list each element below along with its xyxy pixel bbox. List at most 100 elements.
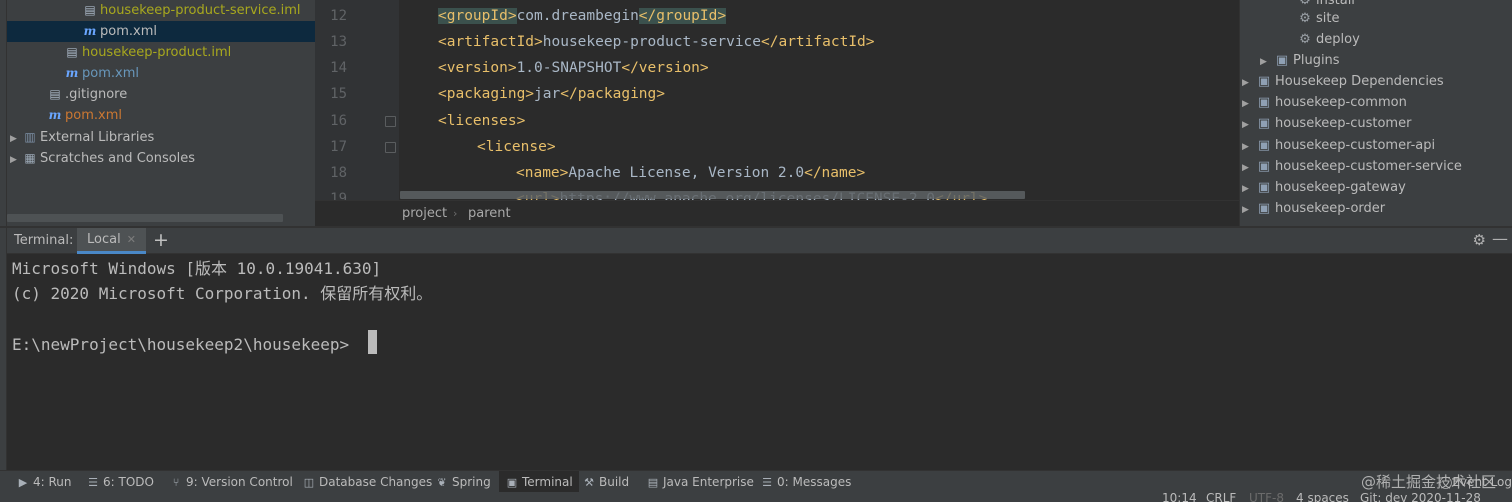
code-line-16: <licenses>	[438, 113, 526, 129]
expand-arrow-icon[interactable]: ▶	[1242, 73, 1256, 94]
git-branch[interactable]: Git: dev 2020-11-28	[1360, 492, 1481, 502]
maven-module-dependencies[interactable]: ▶ ▣ Housekeep Dependencies	[1242, 71, 1444, 92]
code-editor[interactable]: 12 13 14 15 16 17 18 19 <groupId>com.dre…	[315, 0, 1239, 226]
maven-module-icon: ▣	[1257, 116, 1271, 131]
tool-button-java-enterprise[interactable]: ▤ Java Enterprise	[646, 471, 754, 493]
expand-arrow-icon[interactable]: ▶	[1242, 179, 1256, 200]
terminal-line: Microsoft Windows [版本 10.0.19041.630]	[12, 259, 382, 278]
file-icon: ▤	[49, 87, 61, 101]
code-line-12: <groupId>com.dreambegin</groupId>	[438, 8, 727, 24]
new-session-plus-icon[interactable]: +	[153, 228, 169, 254]
messages-icon: ☰	[762, 476, 772, 489]
terminal-tab-local[interactable]: Local ✕	[77, 228, 146, 254]
minimize-icon[interactable]: —	[1492, 229, 1508, 248]
tool-button-database-changes[interactable]: ◫ Database Changes	[302, 471, 432, 493]
close-icon[interactable]: ✕	[127, 233, 136, 246]
tree-item-gitignore[interactable]: ▤ .gitignore	[47, 84, 127, 105]
terminal-cursor	[368, 330, 377, 354]
status-bar: 10:14 CRLF UTF-8 4 spaces Git: dev 2020-…	[0, 492, 1512, 502]
line-number: 16	[330, 113, 347, 129]
event-log-icon: ◯	[1438, 475, 1453, 489]
database-icon: ◫	[303, 476, 315, 489]
expand-arrow-icon[interactable]: ▶	[1260, 52, 1274, 73]
gear-icon: ⚙	[1299, 11, 1311, 26]
maven-lifecycle-deploy[interactable]: ⚙ deploy	[1297, 29, 1360, 50]
maven-m-icon: m	[65, 66, 79, 80]
line-separator[interactable]: CRLF	[1206, 492, 1236, 502]
tree-item-label: housekeep-product.iml	[82, 45, 232, 60]
line-number: 17	[330, 139, 347, 155]
tree-item-pom-root[interactable]: m pom.xml	[47, 105, 122, 126]
tool-button-version-control[interactable]: ⑂ 9: Version Control	[169, 471, 293, 493]
expand-arrow-icon[interactable]: ▶	[10, 129, 22, 150]
breadcrumb-item-project[interactable]: project	[402, 206, 447, 221]
line-number: 18	[330, 165, 347, 181]
maven-module-customer-service[interactable]: ▶ ▣ housekeep-customer-service	[1242, 156, 1462, 177]
run-icon: ▶	[18, 476, 28, 489]
scratches-icon: ▦	[24, 151, 36, 165]
expand-arrow-icon[interactable]: ▶	[1242, 200, 1256, 221]
tree-item-pom-selected[interactable]: m pom.xml	[7, 21, 315, 42]
project-tree: ▤ housekeep-product-service.iml m pom.xml …	[7, 0, 315, 226]
tree-item-product-service-iml[interactable]: ▤ housekeep-product-service.iml	[82, 0, 300, 21]
file-encoding[interactable]: UTF-8	[1249, 492, 1284, 502]
maven-module-order[interactable]: ▶ ▣ housekeep-order	[1242, 198, 1385, 219]
maven-module-icon: ▣	[1257, 74, 1271, 89]
maven-module-icon: ▣	[1257, 159, 1271, 174]
tool-button-event-log[interactable]: ◯Event Log	[1439, 471, 1512, 493]
expand-arrow-icon[interactable]: ▶	[10, 150, 22, 171]
maven-module-gateway[interactable]: ▶ ▣ housekeep-gateway	[1242, 177, 1406, 198]
breadcrumb-separator-icon: ›	[453, 207, 458, 220]
tree-item-label: External Libraries	[40, 130, 155, 145]
maven-m-icon: m	[83, 24, 97, 38]
tree-item-product-iml[interactable]: ▤ housekeep-product.iml	[64, 42, 231, 63]
tree-item-label: pom.xml	[100, 24, 157, 39]
caret-position[interactable]: 10:14	[1162, 492, 1197, 502]
line-number: 13	[330, 34, 347, 50]
maven-module-customer[interactable]: ▶ ▣ housekeep-customer	[1242, 113, 1411, 134]
vcs-icon: ⑂	[172, 476, 180, 489]
gear-icon[interactable]: ⚙	[1473, 231, 1486, 249]
maven-plugins[interactable]: ▶ ▣ Plugins	[1260, 50, 1340, 71]
expand-arrow-icon[interactable]: ▶	[1242, 137, 1256, 158]
tool-button-messages[interactable]: ☰ 0: Messages	[760, 471, 851, 493]
line-number: 15	[330, 86, 347, 102]
library-icon: ▥	[24, 130, 36, 144]
tree-item-scratches[interactable]: ▶ ▦ Scratches and Consoles	[10, 148, 195, 169]
maven-module-customer-api[interactable]: ▶ ▣ housekeep-customer-api	[1242, 135, 1435, 156]
tree-item-pom-product[interactable]: m pom.xml	[64, 63, 139, 84]
tool-button-spring[interactable]: ❦ Spring	[435, 471, 490, 493]
fold-marker-icon[interactable]	[385, 142, 396, 153]
gear-icon: ⚙	[1299, 32, 1311, 47]
code-line-15: <packaging>jar</packaging>	[438, 86, 665, 102]
breadcrumb: project › parent	[315, 200, 1239, 226]
fold-marker-icon[interactable]	[385, 116, 396, 127]
expand-arrow-icon[interactable]: ▶	[1242, 115, 1256, 136]
editor-horizontal-scrollbar[interactable]	[400, 191, 1025, 199]
plugins-folder-icon: ▣	[1275, 53, 1289, 68]
code-line-14: <version>1.0-SNAPSHOT</version>	[438, 60, 709, 76]
code-line-17: <license>	[477, 139, 556, 155]
terminal-header: Terminal: Local ✕ + ⚙ —	[7, 228, 1512, 254]
tree-item-label: pom.xml	[65, 108, 122, 123]
iml-file-icon: ▤	[84, 3, 96, 17]
tree-horizontal-scrollbar[interactable]	[7, 214, 283, 222]
tool-button-build[interactable]: ⚒ Build	[582, 471, 629, 493]
maven-module-common[interactable]: ▶ ▣ housekeep-common	[1242, 92, 1407, 113]
terminal-tab-label: Local	[87, 232, 121, 247]
tool-button-run[interactable]: ▶ 4: Run	[16, 471, 72, 493]
terminal-line: (c) 2020 Microsoft Corporation. 保留所有权利。	[12, 284, 433, 303]
expand-arrow-icon[interactable]: ▶	[1242, 94, 1256, 115]
maven-lifecycle-site[interactable]: ⚙ site	[1297, 8, 1339, 29]
indent-setting[interactable]: 4 spaces	[1296, 492, 1349, 502]
tool-window-bar: ▶ 4: Run ☰ 6: TODO ⑂ 9: Version Control ◫ Da…	[0, 470, 1512, 493]
tool-button-terminal[interactable]: ▣ Terminal	[499, 471, 579, 493]
left-tool-strip	[0, 0, 7, 470]
tree-item-external-libraries[interactable]: ▶ ▥ External Libraries	[10, 127, 154, 148]
terminal-output[interactable]: Microsoft Windows [版本 10.0.19041.630] (c…	[7, 254, 1512, 470]
expand-arrow-icon[interactable]: ▶	[1242, 158, 1256, 179]
editor-gutter: 12 13 14 15 16 17 18 19	[315, 0, 399, 207]
tree-item-label: pom.xml	[82, 66, 139, 81]
breadcrumb-item-parent[interactable]: parent	[468, 206, 511, 221]
tool-button-todo[interactable]: ☰ 6: TODO	[86, 471, 154, 493]
